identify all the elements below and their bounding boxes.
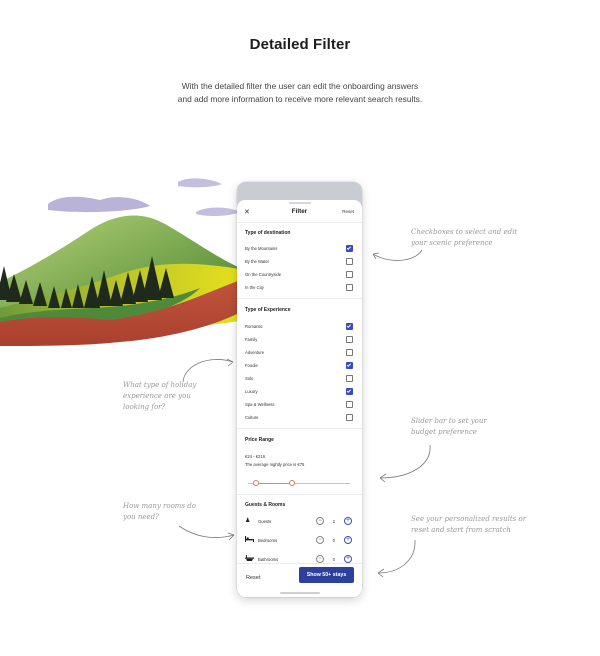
checkbox-checked[interactable]: [346, 388, 353, 395]
option-row[interactable]: On the Countryside: [245, 271, 354, 279]
bathrooms-count: 0: [332, 557, 335, 562]
arrow-icon: [182, 358, 234, 383]
annotation-slider: Slider bar to set your budget preference: [411, 417, 487, 436]
decrease-button[interactable]: −: [316, 517, 324, 525]
bathtub-icon: [245, 555, 254, 563]
divider: [237, 494, 362, 495]
decrease-button[interactable]: −: [316, 555, 324, 563]
bedrooms-label: Bedrooms: [258, 538, 278, 543]
guests-label: Guests: [258, 519, 272, 524]
page-title: Detailed Filter: [249, 36, 351, 53]
show-results-button[interactable]: Show 50+ stays: [299, 567, 354, 583]
option-label: Spa & Wellness: [245, 402, 275, 407]
option-label: By the Mountains: [245, 246, 278, 251]
sheet-grabber[interactable]: [288, 202, 311, 204]
filter-sheet: ✕ Filter Reset Type of destination By th…: [237, 200, 362, 597]
filter-header: ✕ Filter Reset: [237, 207, 362, 219]
reset-button[interactable]: Reset: [246, 575, 260, 581]
bedrooms-row: Bedrooms − 0 +: [245, 535, 354, 545]
option-row[interactable]: By the Water: [245, 258, 354, 266]
phone-mockup: ✕ Filter Reset Type of destination By th…: [237, 182, 362, 597]
option-row[interactable]: Solo: [245, 375, 354, 383]
divider: [237, 222, 362, 223]
annotation-results: See your personalized results or reset a…: [411, 515, 527, 534]
option-label: Adventure: [245, 350, 265, 355]
checkbox[interactable]: [346, 271, 353, 278]
option-row[interactable]: Culture: [245, 414, 354, 422]
checkbox[interactable]: [346, 375, 353, 382]
home-indicator: [279, 592, 320, 594]
option-label: Culture: [245, 415, 259, 420]
option-label: Romantic: [245, 324, 263, 329]
arrow-icon: [178, 525, 235, 541]
price-slider-fill: [256, 483, 292, 485]
price-slider-min-handle[interactable]: [253, 480, 259, 486]
guests-row: ♟ Guests − 2 +: [245, 516, 354, 526]
section-destination-title: Type of destination: [245, 230, 291, 236]
option-row[interactable]: Romantic: [245, 323, 354, 331]
checkbox[interactable]: [346, 336, 353, 343]
option-row[interactable]: Family: [245, 336, 354, 344]
option-label: Solo: [245, 376, 254, 381]
arrow-icon: [379, 444, 431, 483]
page-subtitle: With the detailed filter the user can ed…: [177, 81, 423, 104]
increase-button[interactable]: +: [344, 536, 352, 544]
bedrooms-count: 0: [332, 538, 335, 543]
price-slider-max-handle[interactable]: [289, 480, 295, 486]
person-icon: ♟: [245, 518, 251, 524]
bed-icon: [245, 536, 254, 544]
checkbox[interactable]: [346, 414, 353, 421]
option-label: Foodie: [245, 363, 258, 368]
divider: [237, 298, 362, 299]
option-row[interactable]: Adventure: [245, 349, 354, 357]
divider: [237, 428, 362, 429]
option-row[interactable]: In the City: [245, 284, 354, 292]
section-experience-title: Type of Experience: [245, 307, 291, 313]
option-label: By the Water: [245, 259, 270, 264]
checkbox-checked[interactable]: [346, 323, 353, 330]
reset-link[interactable]: Reset: [342, 209, 354, 214]
landscape-illustration: [0, 178, 245, 346]
arrow-icon: [377, 539, 416, 578]
filter-footer: Reset Show 50+ stays: [237, 563, 362, 597]
guests-count: 2: [332, 519, 335, 524]
increase-button[interactable]: +: [344, 555, 352, 563]
option-label: On the Countryside: [245, 272, 282, 277]
option-row[interactable]: By the Mountains: [245, 245, 354, 253]
option-label: Luxury: [245, 389, 258, 394]
arrow-icon: [372, 249, 423, 261]
checkbox-checked[interactable]: [346, 245, 353, 252]
section-guests-title: Guests & Rooms: [245, 502, 286, 508]
option-row[interactable]: Luxury: [245, 388, 354, 396]
checkbox[interactable]: [346, 349, 353, 356]
price-range-value: €24 - €216: [245, 454, 266, 459]
checkbox[interactable]: [346, 284, 353, 291]
option-row[interactable]: Foodie: [245, 362, 354, 370]
checkbox-checked[interactable]: [346, 362, 353, 369]
option-row[interactable]: Spa & Wellness: [245, 401, 354, 409]
bathrooms-label: Bathrooms: [258, 557, 279, 562]
increase-button[interactable]: +: [344, 517, 352, 525]
option-label: Family: [245, 337, 258, 342]
decrease-button[interactable]: −: [316, 536, 324, 544]
option-label: In the City: [245, 285, 264, 290]
section-price-title: Price Range: [245, 437, 274, 443]
checkbox[interactable]: [346, 401, 353, 408]
checkbox[interactable]: [346, 258, 353, 265]
average-price-text: The average nightly price is €75: [245, 462, 305, 467]
